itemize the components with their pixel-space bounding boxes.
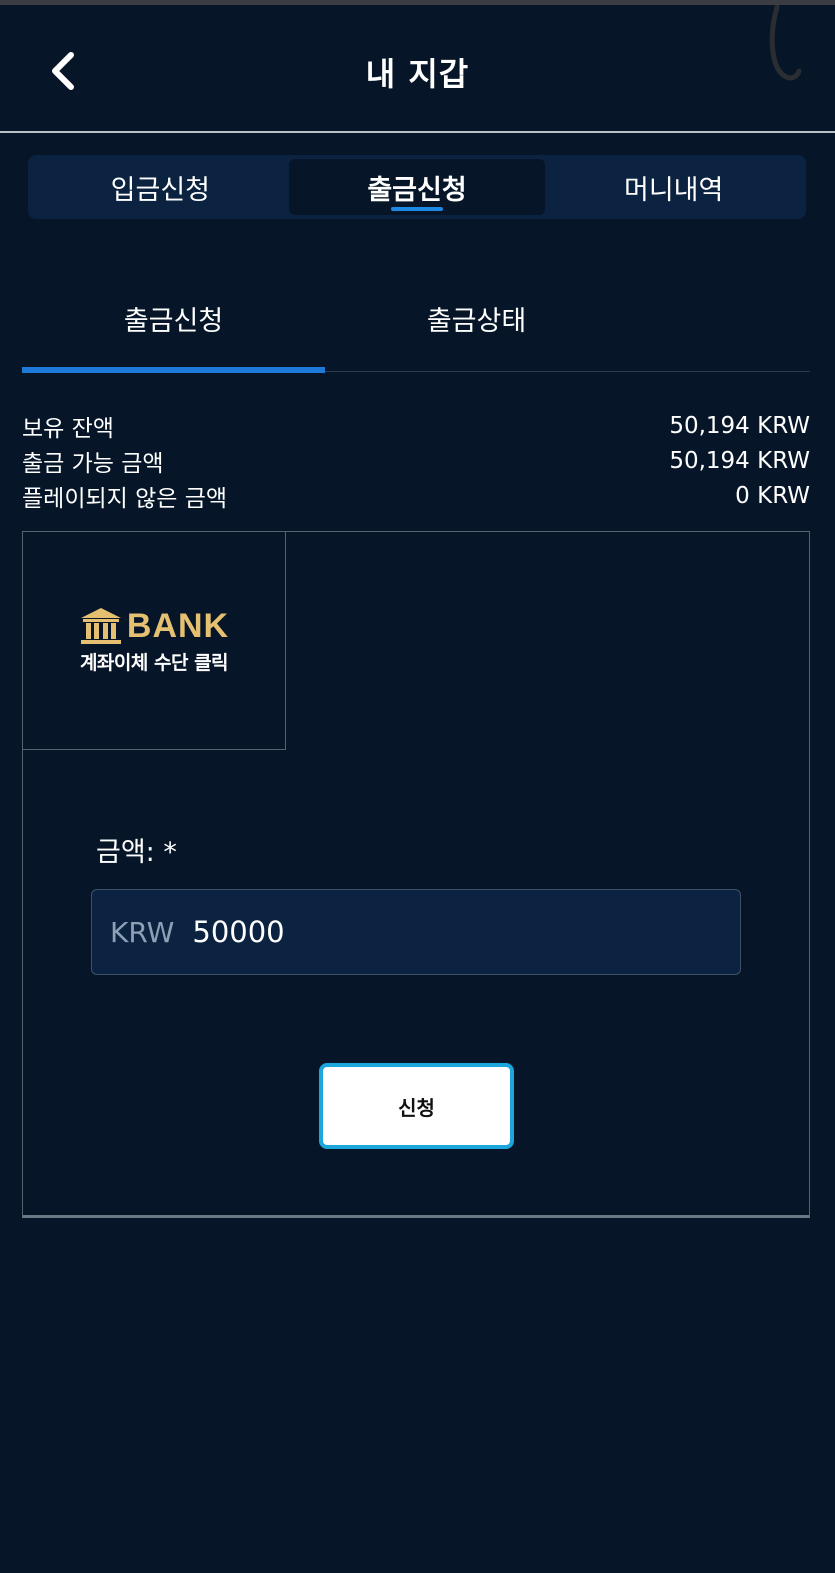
subtab-label: 출금상태 <box>426 305 527 337</box>
balance-label: 보유 잔액 <box>22 415 114 442</box>
tab-label: 머니내역 <box>623 174 724 206</box>
balance-row-withdrawable: 출금 가능 금액 50,194 KRW <box>22 443 810 478</box>
bank-transfer-option[interactable]: BANK 계좌이체 수단 클릭 <box>23 532 286 750</box>
tab-label: 입금신청 <box>110 174 211 206</box>
balance-value: 50,194 KRW <box>669 412 810 439</box>
balance-value: 50,194 KRW <box>669 447 810 474</box>
sub-tab-bar: 출금신청 출금상태 <box>22 264 810 373</box>
bank-logo: BANK <box>79 606 229 646</box>
amount-input[interactable] <box>192 915 693 949</box>
main-tab-bar: 입금신청 출금신청 머니내역 <box>28 155 806 219</box>
bank-caption: 계좌이체 수단 클릭 <box>79 652 229 674</box>
subtab-withdraw-request[interactable]: 출금신청 <box>22 264 325 373</box>
scribble-mark <box>769 5 802 81</box>
top-app-bar: 내 지갑 <box>0 0 835 133</box>
bank-logo-text: BANK <box>126 606 230 645</box>
bank-building-icon <box>80 608 121 644</box>
balance-row-held: 보유 잔액 50,194 KRW <box>22 408 810 443</box>
balance-value: 0 KRW <box>735 482 810 509</box>
tab-label: 출금신청 <box>367 174 467 206</box>
page-title: 내 지갑 <box>365 55 470 93</box>
balance-summary: 보유 잔액 50,194 KRW 출금 가능 금액 50,194 KRW 플레이… <box>22 408 810 513</box>
subtab-withdraw-status[interactable]: 출금상태 <box>325 264 628 372</box>
submit-button[interactable]: 신청 <box>319 1063 514 1149</box>
amount-field[interactable]: KRW <box>91 889 741 975</box>
balance-label: 플레이되지 않은 금액 <box>22 485 228 512</box>
subtab-label: 출금신청 <box>123 305 224 337</box>
tab-withdraw-request[interactable]: 출금신청 <box>288 159 546 215</box>
tab-money-history[interactable]: 머니내역 <box>545 159 802 215</box>
amount-label: 금액: * <box>96 837 177 868</box>
currency-prefix: KRW <box>110 915 175 949</box>
balance-label: 출금 가능 금액 <box>22 450 164 477</box>
active-tab-indicator <box>391 207 443 211</box>
tab-deposit-request[interactable]: 입금신청 <box>32 159 289 215</box>
balance-row-unplayed: 플레이되지 않은 금액 0 KRW <box>22 478 810 513</box>
withdraw-form-panel: BANK 계좌이체 수단 클릭 금액: * KRW 신청 <box>22 531 810 1218</box>
